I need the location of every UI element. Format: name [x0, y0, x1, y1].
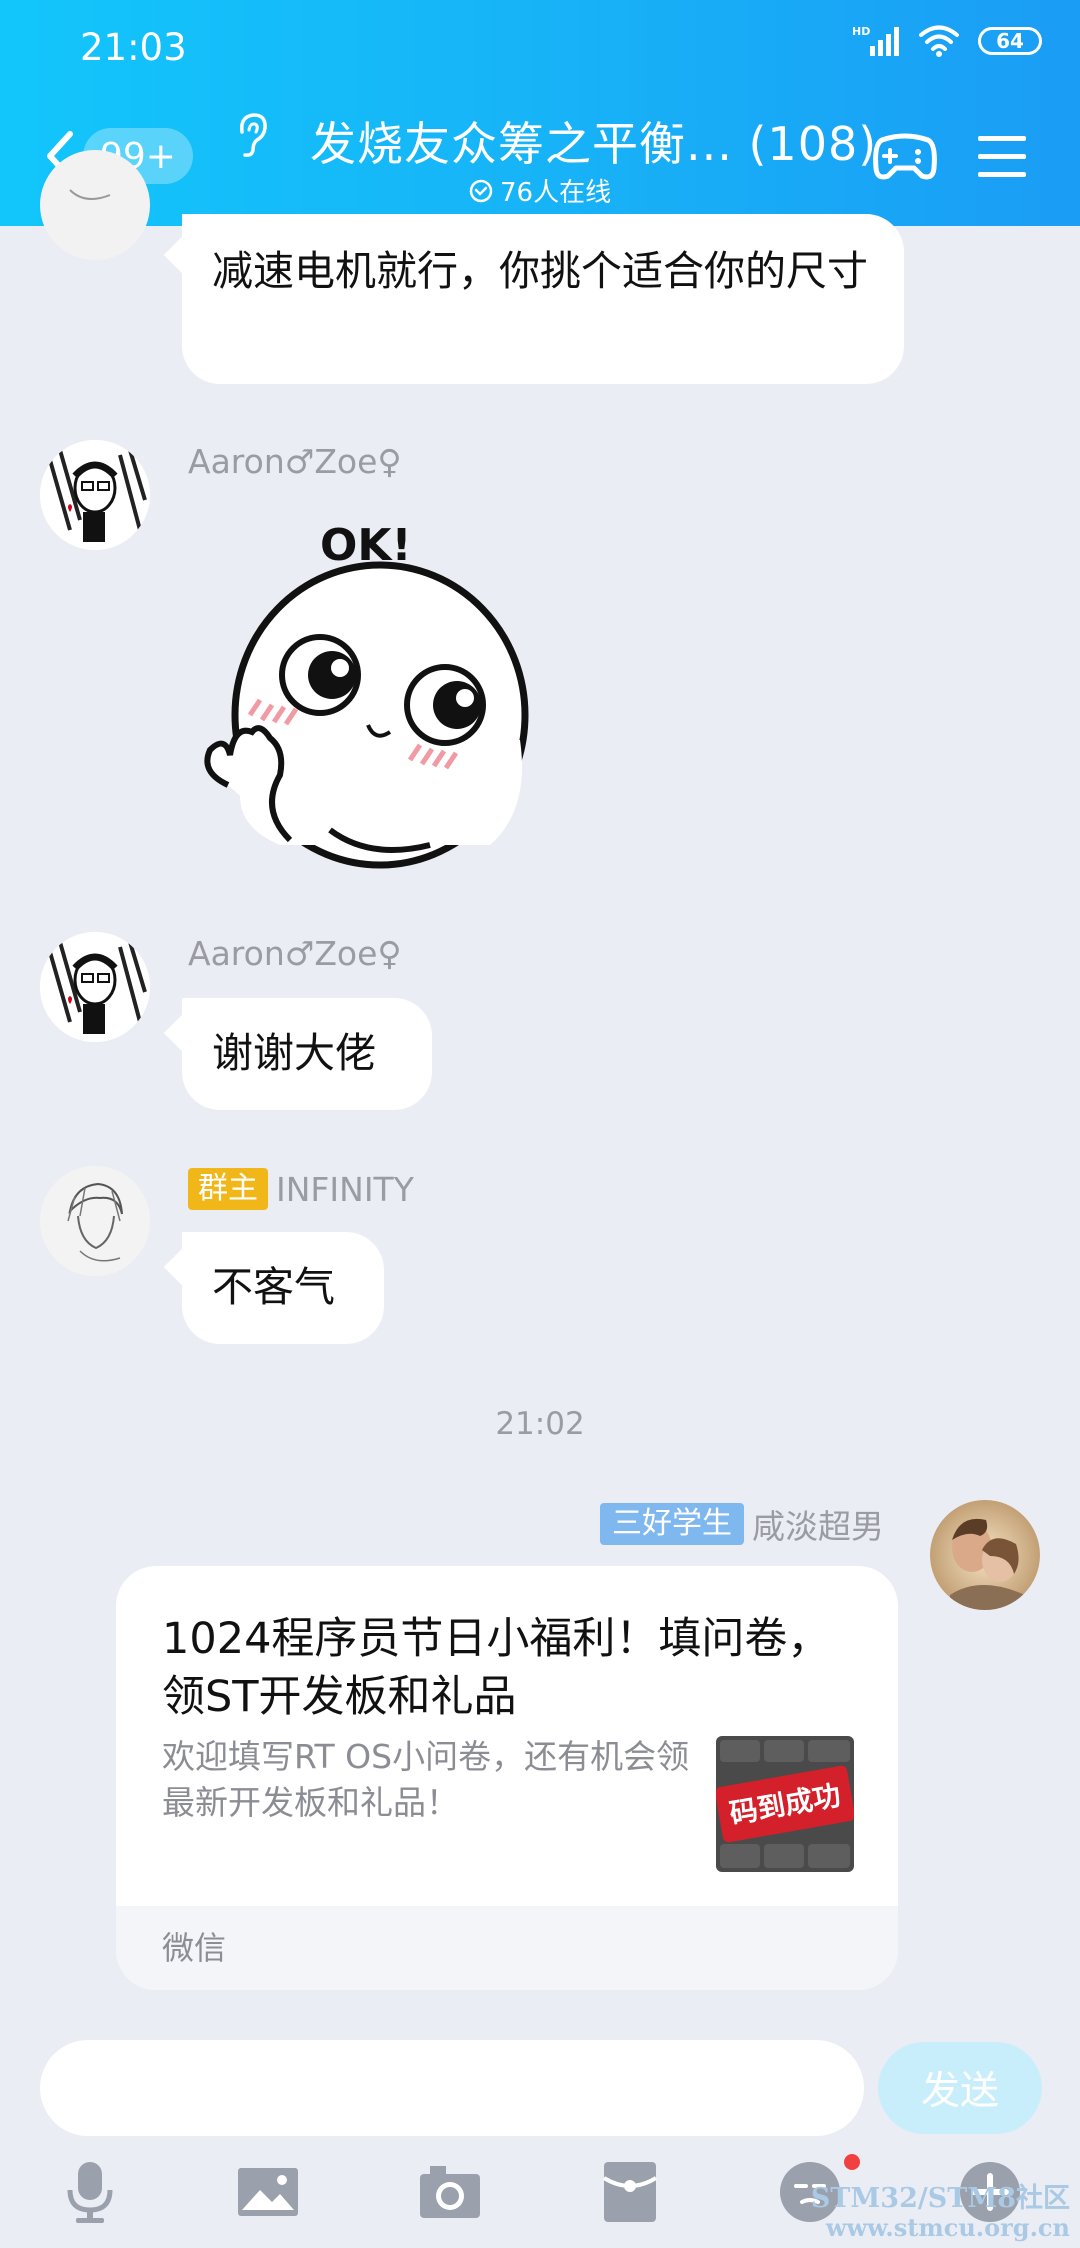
- message-text: 减速电机就行，你挑个适合你的尺寸: [212, 247, 868, 295]
- message-bubble[interactable]: 不客气: [182, 1232, 384, 1344]
- message-bubble[interactable]: 谢谢大佬: [182, 998, 432, 1110]
- ear-icon[interactable]: [232, 110, 272, 160]
- owner-badge: 群主: [188, 1168, 268, 1210]
- sender-name[interactable]: INFINITY: [276, 1170, 414, 1209]
- sender-line: 群主 INFINITY: [188, 1168, 414, 1210]
- avatar-infinity-top[interactable]: [40, 150, 150, 260]
- share-card[interactable]: 1024程序员节日小福利！填问卷，领ST开发板和礼品 欢迎填写RT OS小问卷，…: [116, 1566, 898, 1990]
- gamepad-icon[interactable]: [872, 128, 938, 184]
- online-count: 76人在线: [500, 178, 612, 208]
- watermark-line2: www.stmcu.org.cn: [825, 2213, 1070, 2242]
- message-text: 谢谢大佬: [212, 1029, 376, 1077]
- member-title-badge: 三好学生: [600, 1503, 744, 1545]
- red-packet-icon[interactable]: [598, 2160, 662, 2224]
- avatar-aaron[interactable]: [40, 440, 150, 550]
- sender-name[interactable]: 咸淡超男: [752, 1500, 884, 1548]
- microphone-icon[interactable]: [58, 2160, 122, 2224]
- status-icons: HD 64: [852, 24, 1042, 58]
- image-icon[interactable]: [236, 2160, 300, 2224]
- message-timestamp: 21:02: [495, 1406, 585, 1442]
- svg-text:HD: HD: [852, 25, 870, 38]
- camera-icon[interactable]: [418, 2160, 482, 2224]
- message-text: 不客气: [212, 1263, 335, 1311]
- watermark-line1: STM32/STM8社区: [810, 2183, 1070, 2214]
- message-bubble[interactable]: 减速电机就行，你挑个适合你的尺寸: [182, 214, 904, 384]
- wifi-icon: [919, 25, 959, 57]
- send-button[interactable]: 发送: [878, 2042, 1042, 2134]
- chat-header: 21:03 HD 64 99+ 发烧友众筹之平衡... (108) 76人在线: [0, 0, 1080, 226]
- signal-icon: HD: [852, 25, 899, 56]
- menu-icon[interactable]: [978, 134, 1026, 180]
- sender-line: 三好学生 咸淡超男: [600, 1500, 884, 1548]
- avatar-aaron[interactable]: [40, 932, 150, 1042]
- avatar-self[interactable]: [930, 1500, 1040, 1610]
- status-time: 21:03: [80, 26, 187, 69]
- avatar-infinity[interactable]: [40, 1166, 150, 1276]
- sender-name[interactable]: Aaron♂Zoe♀: [188, 934, 402, 973]
- card-thumbnail: 码到成功: [716, 1736, 854, 1872]
- watermark: STM32/STM8社区 www.stmcu.org.cn: [811, 2184, 1070, 2242]
- sender-name[interactable]: Aaron♂Zoe♀: [188, 442, 402, 481]
- battery-indicator: 64: [978, 27, 1042, 55]
- card-description: 欢迎填写RT OS小问卷，还有机会领最新开发板和礼品！: [162, 1737, 690, 1822]
- card-title: 1024程序员节日小福利！填问卷，领ST开发板和礼品: [162, 1614, 831, 1722]
- card-source: 微信: [116, 1906, 898, 1990]
- ok-sticker[interactable]: OK!: [190, 510, 550, 880]
- message-input[interactable]: [40, 2040, 864, 2136]
- group-title[interactable]: 发烧友众筹之平衡... (108): [310, 108, 877, 174]
- notification-dot: [844, 2154, 860, 2170]
- online-status: 76人在线: [468, 172, 611, 209]
- check-circle-icon: [469, 179, 493, 202]
